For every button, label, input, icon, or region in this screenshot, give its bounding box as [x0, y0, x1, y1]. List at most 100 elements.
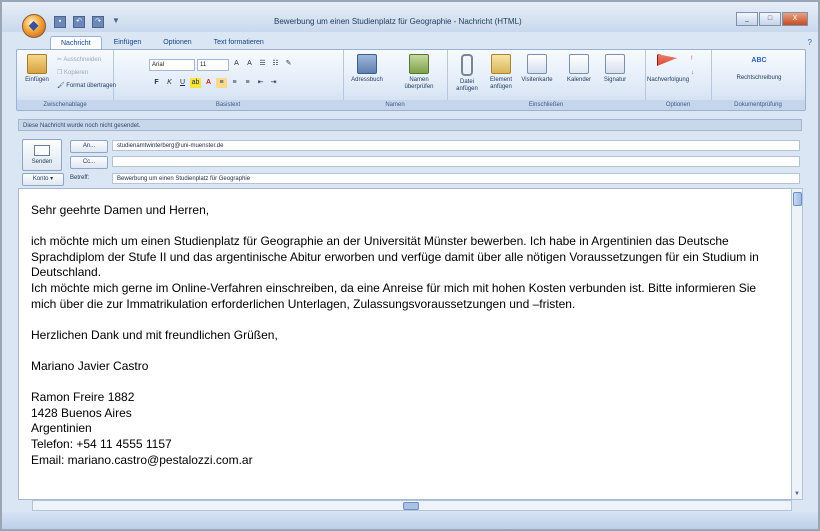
to-button[interactable]: An... — [70, 140, 108, 153]
envelope-icon — [491, 54, 511, 74]
cut-button[interactable]: ✂ Ausschneiden — [57, 56, 101, 63]
signature-button[interactable]: Signatur — [599, 54, 631, 84]
status-bar — [2, 512, 818, 529]
account-button[interactable]: Konto ▾ — [22, 173, 64, 186]
tab-einfuegen[interactable]: Einfügen — [104, 36, 152, 50]
tab-text-formatieren[interactable]: Text formatieren — [204, 36, 274, 50]
bullet-list-icon[interactable]: ☰ — [257, 59, 268, 69]
window-controls: _ □ X — [736, 12, 808, 26]
address-book-button[interactable]: Adressbuch — [351, 54, 383, 84]
group-label: Dokumentprüfung — [711, 100, 805, 110]
format-painter-button[interactable]: 🖌 Format übertragen — [57, 82, 116, 89]
address-street: Ramon Freire 1882 — [31, 390, 135, 405]
closing: Herzlichen Dank und mit freundlichen Grü… — [31, 327, 278, 342]
options-group: Nachverfolgung ! ↓ Optionen — [645, 50, 712, 110]
align-center-icon[interactable]: ≡ — [229, 78, 240, 88]
font-color-icon[interactable]: A — [203, 78, 214, 88]
names-group: Adressbuch Namen überprüfen Namen — [343, 50, 448, 110]
info-bar: Diese Nachricht wurde noch nicht gesende… — [18, 119, 802, 131]
subject-field[interactable]: Bewerbung um einen Studienplatz für Geog… — [112, 173, 800, 184]
paperclip-icon — [461, 54, 473, 76]
message-body[interactable]: Sehr geehrte Damen und Herren, ich möcht… — [18, 188, 792, 500]
check-names-button[interactable]: Namen überprüfen — [399, 54, 439, 91]
save-icon[interactable]: ▪ — [54, 16, 66, 28]
signature-name: Mariano Javier Castro — [31, 358, 149, 373]
close-button[interactable]: X — [782, 12, 808, 26]
maximize-button[interactable]: □ — [759, 12, 781, 26]
business-card-button[interactable]: Visitenkarte — [521, 54, 553, 84]
address-country: Argentinien — [31, 421, 92, 436]
chevron-down-icon: ▾ — [50, 176, 54, 182]
title-bar: ◆ ▪ ↶ ↷ ▼ Bewerbung um einen Studienplat… — [2, 2, 818, 38]
include-group: Datei anfügen Element anfügen Visitenkar… — [447, 50, 646, 110]
spelling-group: ABC Rechtschreibung Dokumentprüfung — [711, 50, 805, 110]
paste-icon — [27, 54, 47, 74]
font-name-select[interactable]: Arial — [149, 59, 195, 71]
paste-button[interactable]: Einfügen — [21, 54, 53, 84]
minimize-button[interactable]: _ — [736, 12, 758, 26]
clear-format-icon[interactable]: ✎ — [283, 59, 294, 69]
attach-item-button[interactable]: Element anfügen — [485, 54, 517, 91]
tab-nachricht[interactable]: Nachricht — [50, 36, 102, 50]
underline-button[interactable]: U — [177, 78, 188, 88]
email: Email: mariano.castro@pestalozzi.com.ar — [31, 452, 253, 467]
check-names-icon — [409, 54, 429, 74]
group-label: Einschließen — [447, 100, 645, 110]
spellcheck-icon: ABC — [751, 57, 767, 64]
font-size-buttons: A A ☰ ☷ ✎ — [231, 59, 294, 69]
align-right-icon[interactable]: ≡ — [242, 78, 253, 88]
group-label: Optionen — [645, 100, 711, 110]
undo-icon[interactable]: ↶ — [73, 16, 85, 28]
italic-button[interactable]: K — [164, 78, 175, 88]
followup-button[interactable]: Nachverfolgung — [647, 54, 689, 84]
clipboard-group: Einfügen ✂ Ausschneiden ❐ Kopieren 🖌 For… — [17, 50, 116, 110]
align-left-icon[interactable]: ≡ — [216, 78, 227, 88]
font-size-select[interactable]: 11 — [197, 59, 229, 71]
flag-icon — [657, 54, 677, 66]
business-card-icon — [527, 54, 547, 74]
vertical-scrollbar[interactable]: ▼ — [791, 188, 803, 500]
redo-icon[interactable]: ↷ — [92, 16, 104, 28]
attach-file-button[interactable]: Datei anfügen — [451, 54, 483, 93]
to-field[interactable]: studienamtwinterberg@uni-muenster.de — [112, 140, 800, 151]
calendar-button[interactable]: Kalender — [563, 54, 595, 84]
paragraph: Ich möchte mich gerne im Online-Verfahre… — [31, 280, 757, 311]
scroll-thumb[interactable] — [403, 502, 419, 510]
indent-increase-icon[interactable]: ⇥ — [268, 78, 279, 88]
scroll-thumb[interactable] — [793, 192, 802, 206]
help-icon[interactable]: ? — [808, 38, 812, 47]
low-importance-icon[interactable]: ↓ — [691, 70, 694, 76]
ribbon-tabs: Nachricht Einfügen Optionen Text formati… — [50, 36, 274, 50]
quick-access-toolbar: ▪ ↶ ↷ ▼ — [54, 16, 121, 28]
high-importance-icon[interactable]: ! — [691, 56, 693, 62]
numbered-list-icon[interactable]: ☷ — [270, 59, 281, 69]
office-orb-icon[interactable]: ◆ — [22, 14, 46, 38]
copy-icon: ❐ — [57, 70, 65, 76]
message-text: Sehr geehrte Damen und Herren, ich möcht… — [31, 203, 783, 468]
outlook-message-window: ◆ ▪ ↶ ↷ ▼ Bewerbung um einen Studienplat… — [0, 0, 820, 531]
chevron-down-icon[interactable]: ▼ — [111, 16, 121, 26]
paragraph: ich möchte mich um einen Studienplatz fü… — [31, 234, 759, 280]
scroll-down-arrow-icon[interactable]: ▼ — [792, 491, 802, 497]
group-label: Basistext — [113, 100, 343, 110]
format-buttons: F K U ab A ≡ ≡ ≡ ⇤ ⇥ — [151, 78, 279, 88]
group-label: Namen — [343, 100, 447, 110]
send-button[interactable]: Senden — [22, 139, 62, 171]
subject-label: Betreff: — [70, 175, 90, 181]
highlight-icon[interactable]: ab — [190, 78, 201, 88]
indent-decrease-icon[interactable]: ⇤ — [255, 78, 266, 88]
greeting: Sehr geehrte Damen und Herren, — [31, 203, 210, 217]
address-book-icon — [357, 54, 377, 74]
brush-icon: 🖌 — [57, 83, 67, 89]
phone: Telefon: +54 11 4555 1157 — [31, 436, 172, 451]
tab-optionen[interactable]: Optionen — [153, 36, 201, 50]
spelling-button[interactable]: ABC Rechtschreibung — [735, 54, 783, 82]
shrink-font-icon[interactable]: A — [244, 59, 255, 69]
horizontal-scrollbar[interactable] — [32, 500, 792, 511]
cc-field[interactable] — [112, 156, 800, 167]
copy-button[interactable]: ❐ Kopieren — [57, 69, 88, 76]
cc-button[interactable]: Cc... — [70, 156, 108, 169]
grow-font-icon[interactable]: A — [231, 59, 242, 69]
bold-button[interactable]: F — [151, 78, 162, 88]
basic-text-group: Arial 11 A A ☰ ☷ ✎ F K U ab A ≡ ≡ ≡ ⇤ ⇥ — [113, 50, 344, 110]
